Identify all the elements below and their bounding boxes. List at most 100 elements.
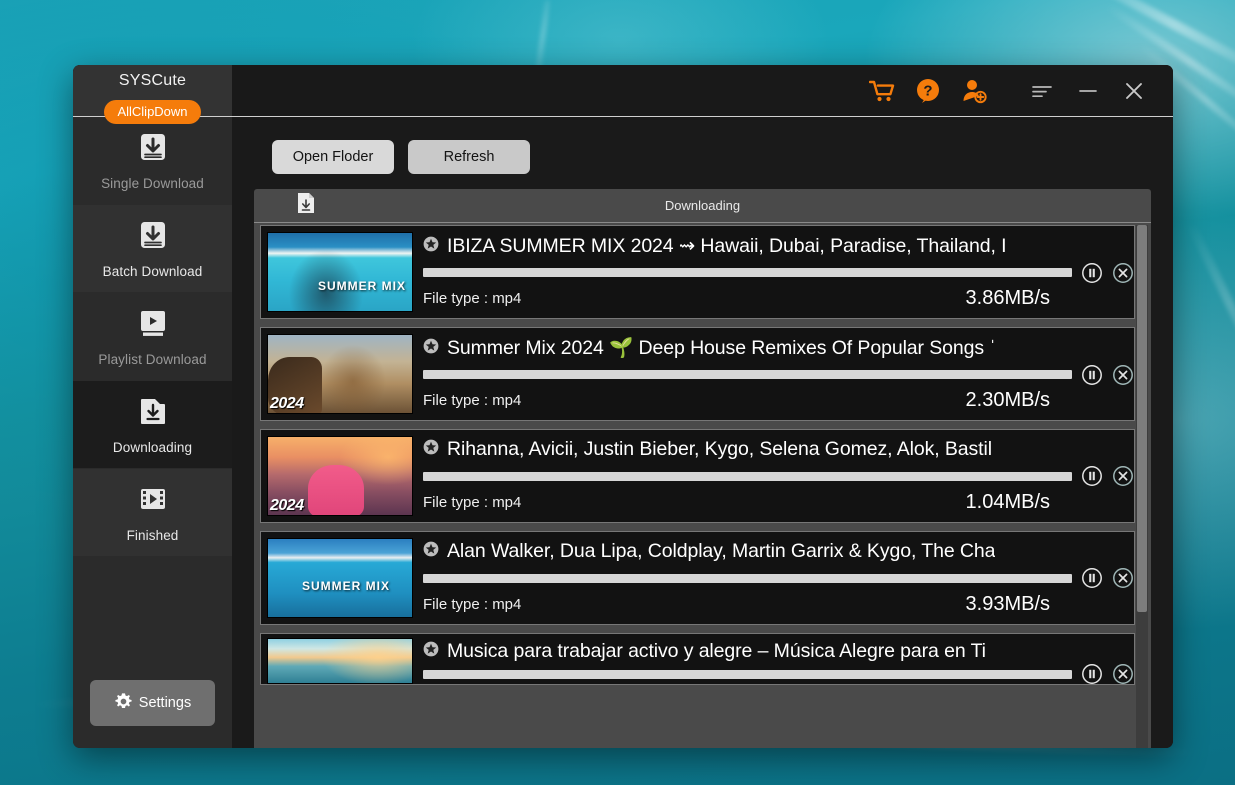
close-icon[interactable]	[1111, 71, 1157, 111]
progress-bar	[423, 268, 1072, 277]
pause-button[interactable]	[1081, 465, 1103, 487]
video-thumbnail: 2024	[267, 436, 413, 516]
brand-area: SYSCute AllClipDown	[73, 65, 232, 116]
sidebar-item-finished[interactable]: Finished	[73, 469, 232, 557]
download-file-icon[interactable]	[296, 192, 316, 219]
cancel-button[interactable]	[1112, 465, 1134, 487]
progress-bar	[423, 670, 1072, 679]
sidebar-item-playlist-download[interactable]: Playlist Download	[73, 293, 232, 381]
sidebar-item-batch-download[interactable]: Batch Download	[73, 205, 232, 293]
sidebar-item-label: Batch Download	[103, 264, 203, 279]
status-star-icon	[423, 338, 439, 359]
pause-button[interactable]	[1081, 262, 1103, 284]
progress-bar	[423, 574, 1072, 583]
cancel-button[interactable]	[1112, 567, 1134, 589]
video-thumbnail: 2024	[267, 334, 413, 414]
cancel-button[interactable]	[1112, 364, 1134, 386]
water-highlight	[1187, 222, 1235, 388]
row-content: IBIZA SUMMER MIX 2024 ⇝ Hawaii, Dubai, P…	[423, 232, 1134, 312]
thumbnail-caption: SUMMER MIX	[318, 279, 406, 293]
desktop-background: SYSCute AllClipDown ?	[0, 0, 1235, 785]
water-highlight	[536, 0, 549, 70]
sidebar: Single Download Batch Download	[73, 117, 232, 748]
progress-line	[423, 465, 1134, 487]
help-icon[interactable]: ?	[905, 71, 951, 111]
row-title: Rihanna, Avicii, Justin Bieber, Kygo, Se…	[447, 438, 992, 461]
row-title-line: IBIZA SUMMER MIX 2024 ⇝ Hawaii, Dubai, P…	[423, 234, 1134, 258]
row-title-line: Summer Mix 2024 🌱 Deep House Remixes Of …	[423, 336, 1134, 360]
sidebar-item-single-download[interactable]: Single Download	[73, 117, 232, 205]
thumbnail-caption: SUMMER MIX	[302, 579, 390, 593]
download-speed: 3.93MB/s	[966, 593, 1050, 616]
row-title-line: Musica para trabajar activo y alegre – M…	[423, 640, 1134, 663]
download-speed: 3.86MB/s	[966, 287, 1050, 310]
finished-film-icon	[136, 482, 170, 521]
table-row[interactable]: 2024	[260, 327, 1135, 421]
table-row[interactable]: SUMMER MIX	[260, 531, 1135, 625]
action-toolbar: Open Floder Refresh	[254, 117, 1151, 189]
product-badge: AllClipDown	[104, 100, 200, 124]
download-speed: 1.04MB/s	[966, 491, 1050, 514]
status-star-icon	[423, 236, 439, 257]
progress-line	[423, 262, 1134, 284]
video-thumbnail: SUMMER MIX	[267, 232, 413, 312]
title-bar: SYSCute AllClipDown ?	[73, 65, 1173, 117]
download-list-scroll-area: SUMMER MIX	[254, 223, 1151, 748]
thumbnail-badge: 2024	[270, 497, 304, 515]
download-speed: 2.30MB/s	[966, 389, 1050, 412]
row-title-line: Rihanna, Avicii, Justin Bieber, Kygo, Se…	[423, 438, 1134, 461]
cart-icon[interactable]	[859, 71, 905, 111]
refresh-button[interactable]: Refresh	[408, 140, 530, 174]
minimize-icon[interactable]	[1065, 71, 1111, 111]
download-rows: SUMMER MIX	[254, 225, 1151, 685]
file-type-label: File type : mp4	[423, 392, 521, 409]
downloading-folder-icon	[136, 394, 170, 433]
app-body: Single Download Batch Download	[73, 117, 1173, 748]
playlist-download-icon	[136, 306, 170, 345]
sidebar-item-label: Playlist Download	[98, 352, 206, 367]
scrollbar-thumb[interactable]	[1137, 225, 1147, 612]
video-thumbnail	[267, 638, 413, 684]
single-download-icon	[136, 130, 170, 169]
table-row[interactable]: SUMMER MIX	[260, 225, 1135, 319]
row-content: Alan Walker, Dua Lipa, Coldplay, Martin …	[423, 538, 1134, 618]
row-meta: File type : mp4 2.30MB/s	[423, 389, 1134, 412]
row-content: Summer Mix 2024 🌱 Deep House Remixes Of …	[423, 334, 1134, 414]
row-meta: File type : mp4 3.93MB/s	[423, 593, 1134, 616]
vertical-scrollbar[interactable]	[1136, 225, 1148, 748]
sidebar-item-downloading[interactable]: Downloading	[73, 381, 232, 469]
progress-line	[423, 663, 1134, 685]
thumbnail-art	[308, 465, 364, 516]
file-type-label: File type : mp4	[423, 596, 521, 613]
pause-button[interactable]	[1081, 567, 1103, 589]
download-list-header: Downloading	[254, 189, 1151, 223]
row-title: IBIZA SUMMER MIX 2024 ⇝ Hawaii, Dubai, P…	[447, 234, 1006, 258]
cancel-button[interactable]	[1112, 663, 1134, 685]
status-star-icon	[423, 641, 439, 662]
table-row[interactable]: 2024	[260, 429, 1135, 523]
menu-icon[interactable]	[1019, 71, 1065, 111]
open-folder-button[interactable]: Open Floder	[272, 140, 394, 174]
brand-name: SYSCute	[119, 72, 186, 90]
row-title: Summer Mix 2024 🌱 Deep House Remixes Of …	[447, 336, 996, 360]
row-meta: File type : mp4 1.04MB/s	[423, 491, 1134, 514]
add-user-icon[interactable]	[951, 71, 997, 111]
sidebar-item-label: Downloading	[113, 440, 192, 455]
video-thumbnail: SUMMER MIX	[267, 538, 413, 618]
settings-button[interactable]: Settings	[90, 680, 215, 726]
row-title: Musica para trabajar activo y alegre – M…	[447, 640, 986, 663]
app-window: SYSCute AllClipDown ?	[73, 65, 1173, 748]
progress-bar	[423, 472, 1072, 481]
pause-button[interactable]	[1081, 364, 1103, 386]
status-star-icon	[423, 541, 439, 562]
pause-button[interactable]	[1081, 663, 1103, 685]
sidebar-item-label: Single Download	[101, 176, 204, 191]
table-row[interactable]: Musica para trabajar activo y alegre – M…	[260, 633, 1135, 685]
row-title: Alan Walker, Dua Lipa, Coldplay, Martin …	[447, 540, 995, 563]
thumbnail-badge: 2024	[270, 395, 304, 413]
row-meta: File type : mp4 3.86MB/s	[423, 287, 1134, 310]
settings-button-label: Settings	[139, 695, 191, 711]
download-list-panel: Downloading SUMMER MIX	[254, 189, 1151, 748]
main-content: Open Floder Refresh Dow	[232, 117, 1173, 748]
cancel-button[interactable]	[1112, 262, 1134, 284]
